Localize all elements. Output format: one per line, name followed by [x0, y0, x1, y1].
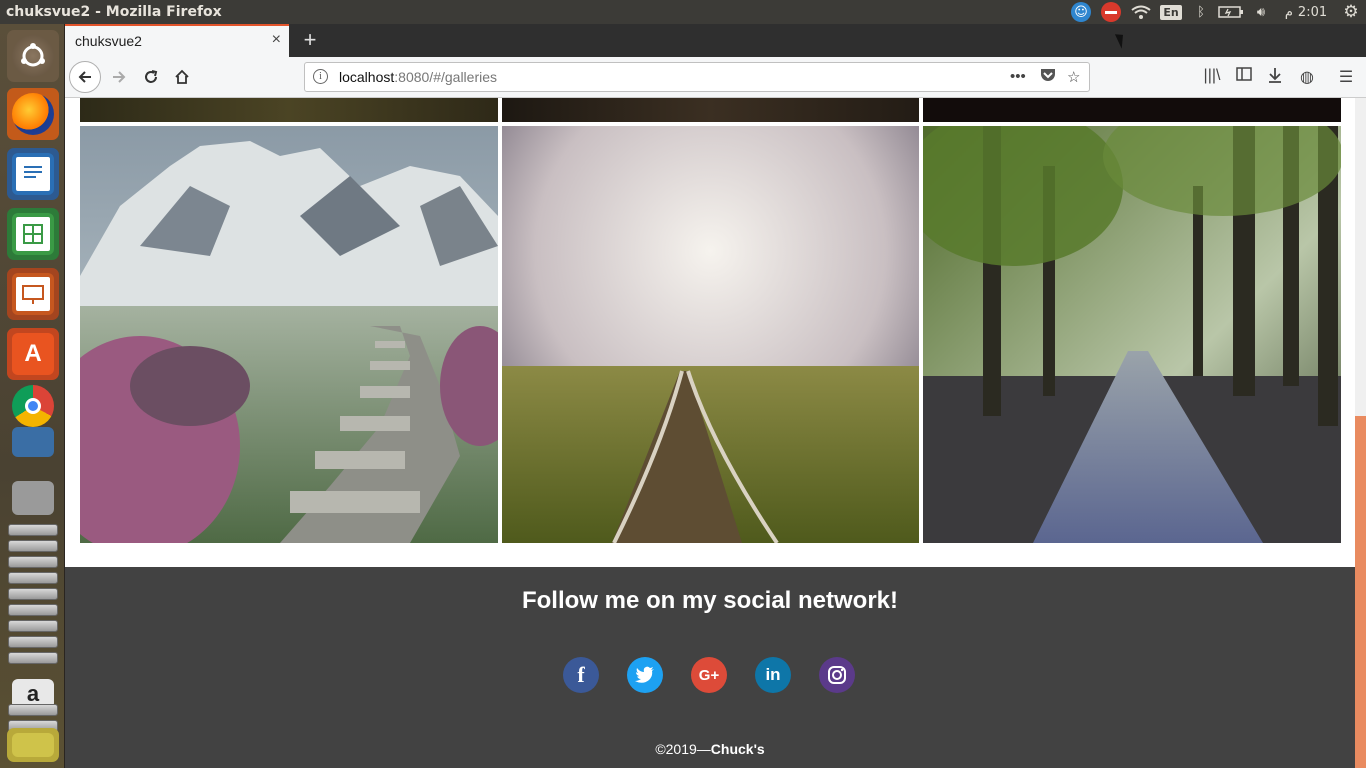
gallery-image-partial[interactable]	[923, 98, 1341, 122]
page-scrollbar-thumb[interactable]	[1355, 416, 1366, 768]
window-title: chuksvue2 - Mozilla Firefox	[6, 4, 222, 20]
clock-time: 2:01	[1297, 4, 1328, 20]
gallery-image-forest[interactable]	[923, 126, 1341, 543]
trash-icon[interactable]	[7, 728, 59, 762]
launcher-stack-icon[interactable]	[8, 636, 58, 648]
instagram-icon[interactable]	[819, 657, 855, 693]
bluetooth-icon[interactable]: ᛒ	[1186, 0, 1216, 24]
pocket-icon[interactable]	[1040, 68, 1056, 87]
forward-button[interactable]	[105, 63, 133, 91]
linkedin-icon[interactable]: in	[755, 657, 791, 693]
do-not-disturb-icon[interactable]	[1096, 0, 1126, 24]
editor-icon[interactable]	[7, 416, 59, 468]
footer-heading: Follow me on my social network!	[521, 587, 899, 614]
bookmark-star-icon[interactable]: ☆	[1067, 68, 1080, 86]
menu-hamburger-icon[interactable]: ☰	[1335, 67, 1357, 87]
google-plus-icon[interactable]: G+	[691, 657, 727, 693]
library-icon[interactable]: |||\	[1201, 67, 1223, 85]
page-actions-icon[interactable]: •••	[1010, 68, 1026, 85]
clock[interactable]: م 2:01	[1276, 0, 1336, 24]
launcher-stack-icon[interactable]	[8, 524, 58, 536]
url-host: localhost	[339, 69, 395, 85]
gallery-image-partial[interactable]	[80, 98, 498, 122]
back-button[interactable]	[69, 61, 101, 93]
tab-chuksvue2[interactable]: chuksvue2 ×	[65, 24, 289, 57]
files-icon[interactable]	[7, 472, 59, 524]
social-links: f G+ in	[563, 657, 883, 693]
launcher-stack-icon[interactable]	[8, 588, 58, 600]
launcher-stack-icon[interactable]	[8, 704, 58, 716]
keyboard-layout-indicator[interactable]: En	[1156, 0, 1186, 24]
gallery-image-railway[interactable]	[502, 126, 919, 543]
firefox-icon[interactable]	[7, 88, 59, 140]
battery-icon[interactable]	[1216, 0, 1246, 24]
libreoffice-impress-icon[interactable]	[7, 268, 59, 320]
ubuntu-dash-icon[interactable]	[7, 30, 59, 82]
ubuntu-software-icon[interactable]: A	[7, 328, 59, 380]
page-content: Follow me on my social network! f G+ in …	[65, 98, 1366, 768]
firefox-window: chuksvue2 × + i localhost:8080/#/galleri…	[65, 24, 1366, 768]
close-tab-icon[interactable]: ×	[272, 31, 281, 49]
launcher-stack-icon[interactable]	[8, 540, 58, 552]
wifi-icon[interactable]	[1126, 0, 1156, 24]
unity-launcher: A a	[0, 24, 65, 768]
gallery-image-mountain[interactable]	[80, 126, 498, 543]
url-path: :8080/#/galleries	[394, 69, 498, 85]
launcher-stack-icon[interactable]	[8, 556, 58, 568]
reload-icon[interactable]	[137, 63, 165, 91]
volume-icon[interactable]: 🔊︎	[1246, 0, 1276, 24]
url-text: localhost:8080/#/galleries	[339, 69, 497, 85]
tab-strip: chuksvue2 × +	[65, 24, 1366, 57]
accessibility-icon[interactable]: ☺	[1066, 0, 1096, 24]
system-tray: ☺ En ᛒ 🔊︎ م 2:01 ⚙	[1066, 0, 1366, 24]
libreoffice-calc-icon[interactable]	[7, 208, 59, 260]
navigation-toolbar: i localhost:8080/#/galleries ••• ☆ |||\ …	[65, 57, 1366, 98]
extension-icon[interactable]: ◍	[1296, 67, 1318, 87]
home-icon[interactable]	[168, 63, 196, 91]
copyright: ©2019—Chuck's	[655, 741, 765, 757]
libreoffice-writer-icon[interactable]	[7, 148, 59, 200]
clock-suffix: م	[1284, 4, 1293, 20]
downloads-icon[interactable]	[1264, 67, 1286, 88]
tab-title: chuksvue2	[75, 33, 142, 49]
settings-gear-icon[interactable]: ⚙	[1336, 0, 1366, 24]
url-bar[interactable]: i localhost:8080/#/galleries ••• ☆	[304, 62, 1090, 92]
sidebar-icon[interactable]	[1233, 67, 1255, 86]
new-tab-button[interactable]: +	[297, 27, 323, 53]
site-footer: Follow me on my social network! f G+ in …	[65, 567, 1355, 768]
twitter-icon[interactable]	[627, 657, 663, 693]
system-top-bar: chuksvue2 - Mozilla Firefox ☺ En ᛒ 🔊︎ م …	[0, 0, 1366, 24]
site-info-icon[interactable]: i	[313, 69, 328, 84]
launcher-stack-icon[interactable]	[8, 604, 58, 616]
launcher-stack-icon[interactable]	[8, 620, 58, 632]
launcher-stack-icon[interactable]	[8, 572, 58, 584]
launcher-stack-icon[interactable]	[8, 652, 58, 664]
gallery-image-partial[interactable]	[502, 98, 919, 122]
facebook-icon[interactable]: f	[563, 657, 599, 693]
